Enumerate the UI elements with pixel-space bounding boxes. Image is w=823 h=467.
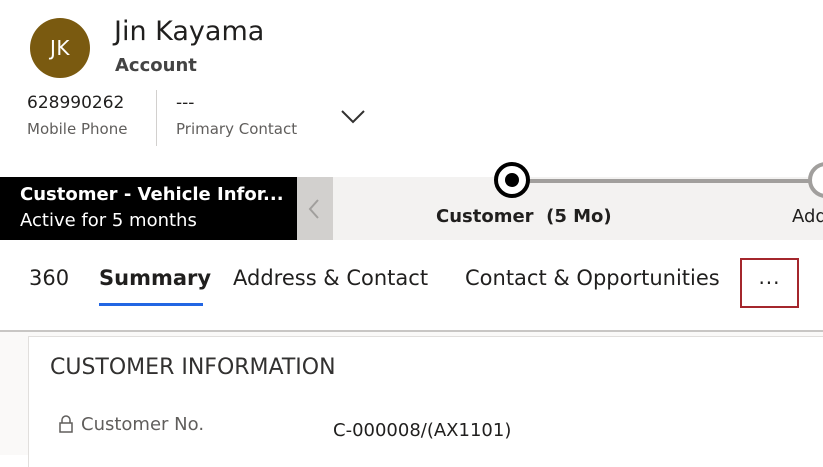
stage-connector [512,179,823,183]
more-tabs-button[interactable]: ··· [740,258,799,308]
chevron-left-icon [308,199,319,219]
active-stage-duration: Active for 5 months [20,210,197,231]
header-field-mobile-phone: 628990262 Mobile Phone [27,92,127,139]
section-title: CUSTOMER INFORMATION [50,355,336,380]
header-field-value: 628990262 [27,93,125,113]
customer-no-label: Customer No. [81,414,205,435]
customer-no-value: C-000008/(AX1101) [333,420,512,441]
entity-type-label: Account [115,55,197,76]
stage-next[interactable]: Add [792,206,823,227]
tab-360[interactable]: 360 [29,266,69,290]
stage-customer[interactable]: Customer (5 Mo) [436,206,612,227]
active-stage-flyout[interactable]: Customer - Vehicle Infor... Active for 5… [0,177,297,240]
chevron-down-icon[interactable] [339,106,367,126]
header-field-label: Mobile Phone [27,120,128,138]
header-divider [156,90,157,146]
tab-summary[interactable]: Summary [99,266,211,290]
selected-tab-indicator [99,303,203,306]
record-title: Jin Kayama [114,16,265,47]
avatar: JK [30,18,90,78]
tab-contact-opportunities[interactable]: Contact & Opportunities [465,266,720,290]
header-field-primary-contact: --- Primary Contact [176,92,297,139]
tab-address-contact[interactable]: Address & Contact [233,266,428,290]
header-field-label: Primary Contact [176,120,298,138]
stage-active-marker-icon[interactable] [494,162,530,198]
previous-stage-button[interactable] [297,177,333,240]
active-stage-title: Customer - Vehicle Infor... [20,184,284,205]
lock-icon [58,414,74,434]
stage-duration: (5 Mo) [546,206,612,227]
header-field-value: --- [176,93,195,113]
stage-name: Customer [436,206,534,227]
